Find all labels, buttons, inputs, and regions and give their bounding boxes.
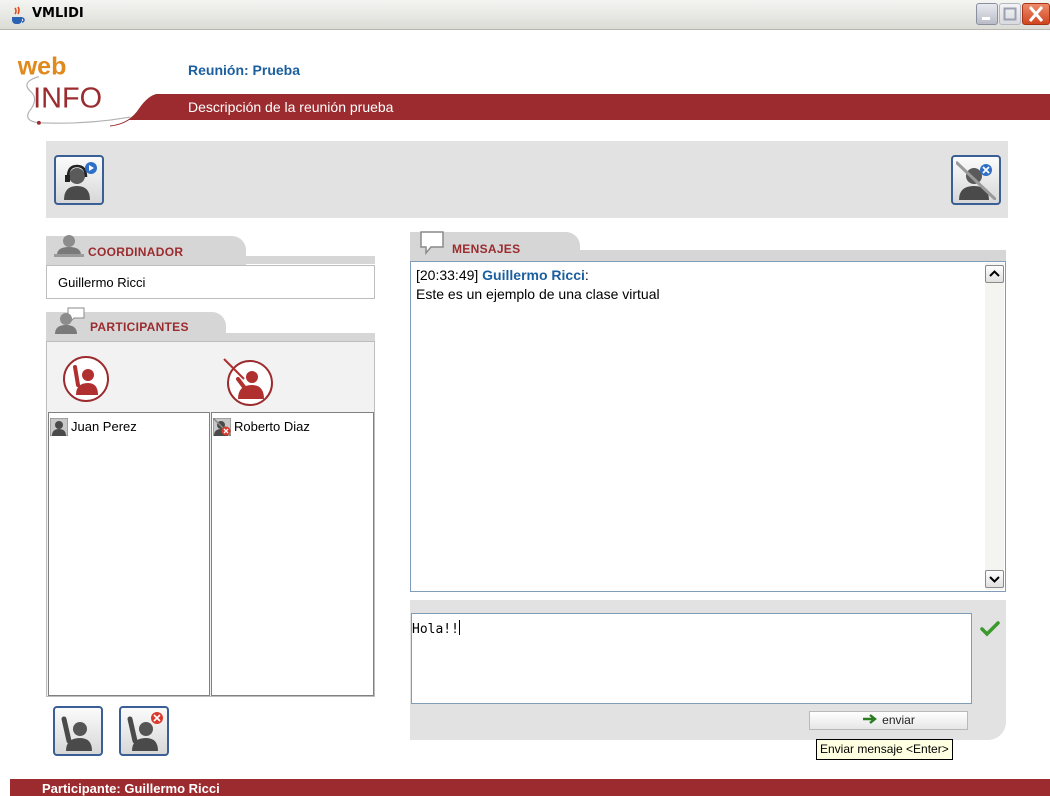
participants-list-presenters[interactable] (211, 412, 374, 696)
coordinator-name: Guillermo Ricci (58, 275, 146, 290)
user-removed-icon (213, 418, 231, 436)
participant-name: Roberto Diaz (234, 419, 310, 434)
coordinator-title: COORDINADOR (88, 245, 184, 259)
minimize-icon (982, 17, 990, 20)
participant-name: Juan Perez (71, 419, 137, 434)
status-text: Participante: Guillermo Ricci (42, 781, 220, 796)
title-bar[interactable]: VMLIDI (0, 0, 1050, 30)
send-button-label: enviar (882, 713, 915, 727)
list-item[interactable]: Juan Perez (50, 417, 208, 437)
message-input[interactable]: Hola!! (411, 613, 972, 704)
text-cursor (458, 620, 460, 635)
maximize-icon (1003, 7, 1017, 21)
user-cancel-icon (956, 160, 996, 200)
message-time: [20:33:49] (416, 267, 479, 283)
chevron-down-icon (989, 576, 1000, 583)
participants-list-students[interactable] (48, 412, 210, 696)
headset-play-icon (64, 162, 97, 200)
raise-hand-icon (61, 716, 92, 751)
toolbar (46, 141, 1008, 218)
audio-headset-button[interactable] (54, 155, 104, 205)
scroll-down-button[interactable] (985, 570, 1004, 588)
raise-hand-role-icon (63, 356, 109, 402)
speech-bubble-icon (420, 231, 444, 256)
logo-info-text: INFO (33, 82, 102, 114)
leave-meeting-button[interactable] (951, 155, 1001, 205)
minimize-button[interactable] (976, 3, 998, 25)
message-header: [20:33:49] Guillermo Ricci: (416, 267, 589, 283)
arrow-right-icon (863, 714, 878, 724)
lower-hand-icon (127, 712, 163, 751)
meeting-description: Descripción de la reunión prueba (188, 99, 394, 115)
close-button[interactable] (1022, 3, 1050, 25)
close-icon (1028, 6, 1044, 22)
logo-web-text: web (17, 53, 67, 81)
message-separator: : (584, 267, 589, 283)
raise-hand-button[interactable] (53, 706, 103, 756)
message-text: Este es un ejemplo de una clase virtual (416, 286, 660, 302)
lower-hand-button[interactable] (119, 706, 169, 756)
message-input-value: Hola!! (412, 622, 459, 637)
webinfo-logo: web INFO (17, 53, 131, 125)
send-button[interactable]: enviar (809, 711, 968, 730)
checkmark-icon (980, 621, 1000, 637)
list-item[interactable]: Roberto Diaz (213, 417, 371, 437)
scroll-up-button[interactable] (985, 265, 1004, 283)
message-author: Guillermo Ricci (482, 267, 585, 283)
teacher-role-icon (223, 358, 273, 406)
app-window: VMLIDI web INFO Reunión: Prueba Descripc… (0, 0, 1050, 796)
user-icon (50, 418, 68, 436)
participants-icon (55, 307, 85, 334)
participants-title: PARTICIPANTES (90, 320, 189, 334)
maximize-button[interactable] (999, 3, 1021, 25)
messages-scrollbar[interactable] (985, 263, 1004, 590)
window-title: VMLIDI (32, 6, 84, 21)
participants-header-line (46, 333, 375, 341)
messages-log[interactable] (410, 261, 1006, 592)
meeting-title: Reunión: Prueba (188, 62, 301, 78)
chevron-up-icon (989, 270, 1000, 277)
coordinator-icon (54, 235, 84, 257)
java-cup-icon (12, 6, 25, 24)
messages-title: MENSAJES (452, 242, 521, 256)
send-tooltip: Enviar mensaje <Enter> (816, 739, 953, 760)
